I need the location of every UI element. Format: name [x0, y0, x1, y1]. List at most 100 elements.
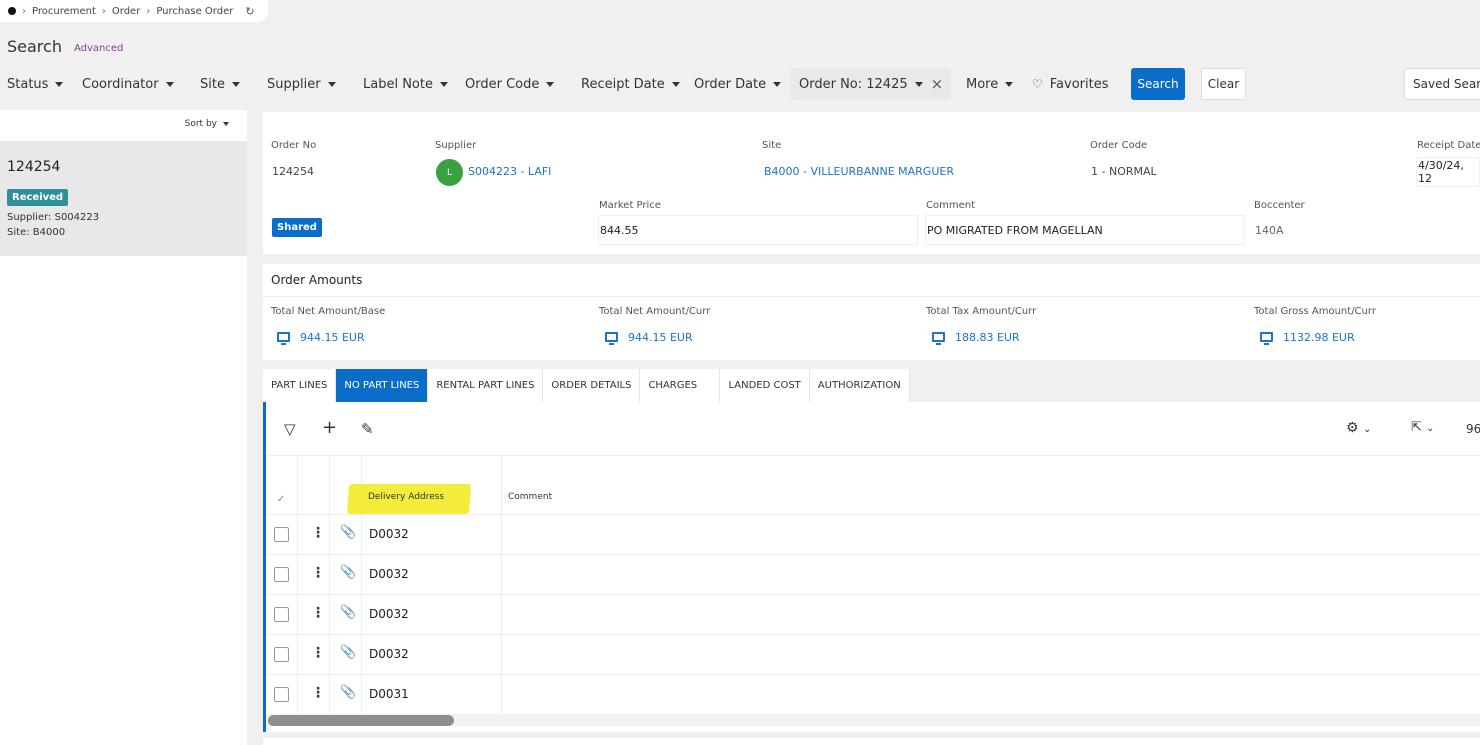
breadcrumb-purchase-order[interactable]: Purchase Order: [156, 6, 233, 17]
comment-field[interactable]: PO MIGRATED FROM MAGELLAN: [925, 215, 1245, 245]
attachment-icon[interactable]: 📎: [340, 525, 356, 540]
filter-more[interactable]: More: [966, 68, 1014, 100]
total-tax-curr-link[interactable]: 188.83 EUR: [932, 331, 1020, 345]
filter-coordinator[interactable]: Coordinator: [82, 68, 174, 100]
card-site: Site: B4000: [7, 227, 65, 238]
filter-order-no-label: Order No: 12425: [799, 76, 908, 92]
row-checkbox[interactable]: [274, 687, 289, 702]
row-checkbox[interactable]: [274, 647, 289, 662]
edit-icon[interactable]: ✎: [361, 420, 374, 438]
filter-bar: Status Coordinator Site Supplier Label N…: [0, 68, 1480, 100]
refresh-icon[interactable]: ↻: [245, 5, 254, 18]
boccenter-label: Boccenter: [1254, 200, 1305, 211]
more-vertical-icon[interactable]: ⋮: [311, 685, 325, 701]
card-order-no: 124254: [7, 159, 61, 175]
caret-down-icon: [546, 81, 555, 87]
attachment-icon[interactable]: 📎: [340, 565, 356, 580]
attachment-icon[interactable]: 📎: [340, 605, 356, 620]
order-code-label: Order Code: [1090, 140, 1148, 151]
breadcrumb-order[interactable]: Order: [112, 6, 140, 17]
market-price-field[interactable]: 844.55: [598, 215, 918, 245]
order-amounts-title: Order Amounts: [271, 273, 363, 287]
order-code-value: 1 - NORMAL: [1091, 165, 1157, 178]
caret-down-icon: [914, 81, 923, 87]
sort-by-dropdown[interactable]: Sort by: [185, 119, 229, 129]
filter-site[interactable]: Site: [200, 68, 240, 100]
filter-order-no[interactable]: Order No: 12425 ×: [791, 68, 952, 100]
row-checkbox[interactable]: [274, 607, 289, 622]
home-icon[interactable]: [8, 7, 16, 15]
select-all-check-icon[interactable]: ✓: [277, 494, 285, 505]
search-title: Search: [7, 37, 62, 56]
total-net-curr-link[interactable]: 944.15 EUR: [605, 331, 693, 345]
filter-label-note[interactable]: Label Note: [363, 68, 448, 100]
close-icon[interactable]: ×: [931, 75, 944, 93]
table-row[interactable]: ⋮ 📎 D0032: [266, 635, 1480, 675]
caret-down-icon: [671, 81, 680, 87]
filter-icon[interactable]: ▽: [284, 420, 296, 438]
filter-status[interactable]: Status: [7, 68, 64, 100]
receipt-date-field[interactable]: 4/30/24, 12: [1416, 157, 1480, 187]
filter-coordinator-label: Coordinator: [82, 76, 159, 92]
site-link[interactable]: B4000 - VILLEURBANNE MARGUER: [764, 165, 954, 178]
filter-order-date[interactable]: Order Date: [694, 68, 782, 100]
tab-part-lines[interactable]: PART LINES: [263, 369, 337, 402]
table-row[interactable]: ⋮ 📎 D0031: [266, 675, 1480, 715]
row-checkbox[interactable]: [274, 567, 289, 582]
table-row[interactable]: ⋮ 📎 D0032: [266, 555, 1480, 595]
supplier-link[interactable]: S004223 - LAFI: [468, 165, 551, 178]
breadcrumb: › Procurement › Order › Purchase Order ↻: [0, 0, 268, 22]
market-price-label: Market Price: [599, 200, 661, 211]
row-checkbox[interactable]: [274, 527, 289, 542]
tab-landed-cost[interactable]: LANDED COST: [720, 369, 810, 402]
order-no-label: Order No: [271, 140, 317, 151]
more-vertical-icon[interactable]: ⋮: [311, 605, 325, 621]
column-delivery-address[interactable]: Delivery Address: [368, 492, 444, 502]
total-tax-curr-label: Total Tax Amount/Curr: [926, 306, 1037, 317]
caret-down-icon: [1005, 81, 1014, 87]
horizontal-scrollbar[interactable]: [266, 714, 1480, 726]
column-comment[interactable]: Comment: [508, 492, 552, 502]
supplier-label: Supplier: [435, 140, 477, 151]
list-item[interactable]: 124254 Received Supplier: S004223 Site: …: [0, 141, 247, 256]
saved-searches-button[interactable]: Saved Searches: [1404, 68, 1480, 100]
filter-order-code[interactable]: Order Code: [465, 68, 555, 100]
filter-order-code-label: Order Code: [465, 76, 540, 92]
table-row[interactable]: ⋮ 📎 D0032: [266, 595, 1480, 635]
more-vertical-icon[interactable]: ⋮: [311, 525, 325, 541]
no-part-lines-grid: ▽ + ✎ ⚙ ⌄ ⇱ ⌄ 96 ✓ Delivery Address Comm…: [263, 402, 1480, 732]
tab-order-details[interactable]: ORDER DETAILS: [543, 369, 641, 402]
card-site-value: B4000: [32, 227, 66, 238]
filter-receipt-date[interactable]: Receipt Date: [581, 68, 680, 100]
total-net-base-link[interactable]: 944.15 EUR: [277, 331, 365, 345]
total-net-base-label: Total Net Amount/Base: [271, 306, 386, 317]
more-vertical-icon[interactable]: ⋮: [311, 565, 325, 581]
more-vertical-icon[interactable]: ⋮: [311, 645, 325, 661]
settings-icon[interactable]: ⚙ ⌄: [1346, 420, 1371, 436]
breadcrumb-procurement[interactable]: Procurement: [32, 6, 96, 17]
filter-supplier-label: Supplier: [267, 76, 321, 92]
advanced-search-link[interactable]: Advanced: [74, 43, 123, 54]
scrollbar-thumb[interactable]: [268, 715, 454, 726]
favorites-label: Favorites: [1049, 76, 1109, 92]
table-row[interactable]: ⋮ 📎 D0032: [266, 515, 1480, 555]
favorites-button[interactable]: ♡ Favorites: [1032, 68, 1109, 100]
attachment-icon[interactable]: 📎: [340, 685, 356, 700]
supplier-avatar: L: [436, 159, 463, 186]
chevron-right-icon: ›: [22, 5, 26, 17]
tab-charges[interactable]: CHARGES: [640, 369, 721, 402]
search-button[interactable]: Search: [1131, 68, 1185, 100]
tab-no-part-lines[interactable]: NO PART LINES: [336, 369, 429, 402]
chevron-right-icon: ›: [101, 5, 106, 17]
export-icon[interactable]: ⇱ ⌄: [1411, 420, 1434, 435]
add-icon[interactable]: +: [322, 417, 337, 438]
total-gross-curr-link[interactable]: 1132.98 EUR: [1260, 331, 1355, 345]
total-tax-curr-value: 188.83 EUR: [955, 331, 1020, 344]
clear-button[interactable]: Clear: [1201, 68, 1246, 100]
tab-authorization[interactable]: AUTHORIZATION: [809, 369, 910, 402]
tab-rental-part-lines[interactable]: RENTAL PART LINES: [428, 369, 544, 402]
delivery-address-cell: D0032: [369, 607, 409, 621]
attachment-icon[interactable]: 📎: [340, 645, 356, 660]
filter-supplier[interactable]: Supplier: [267, 68, 336, 100]
caret-down-icon: [439, 81, 448, 87]
